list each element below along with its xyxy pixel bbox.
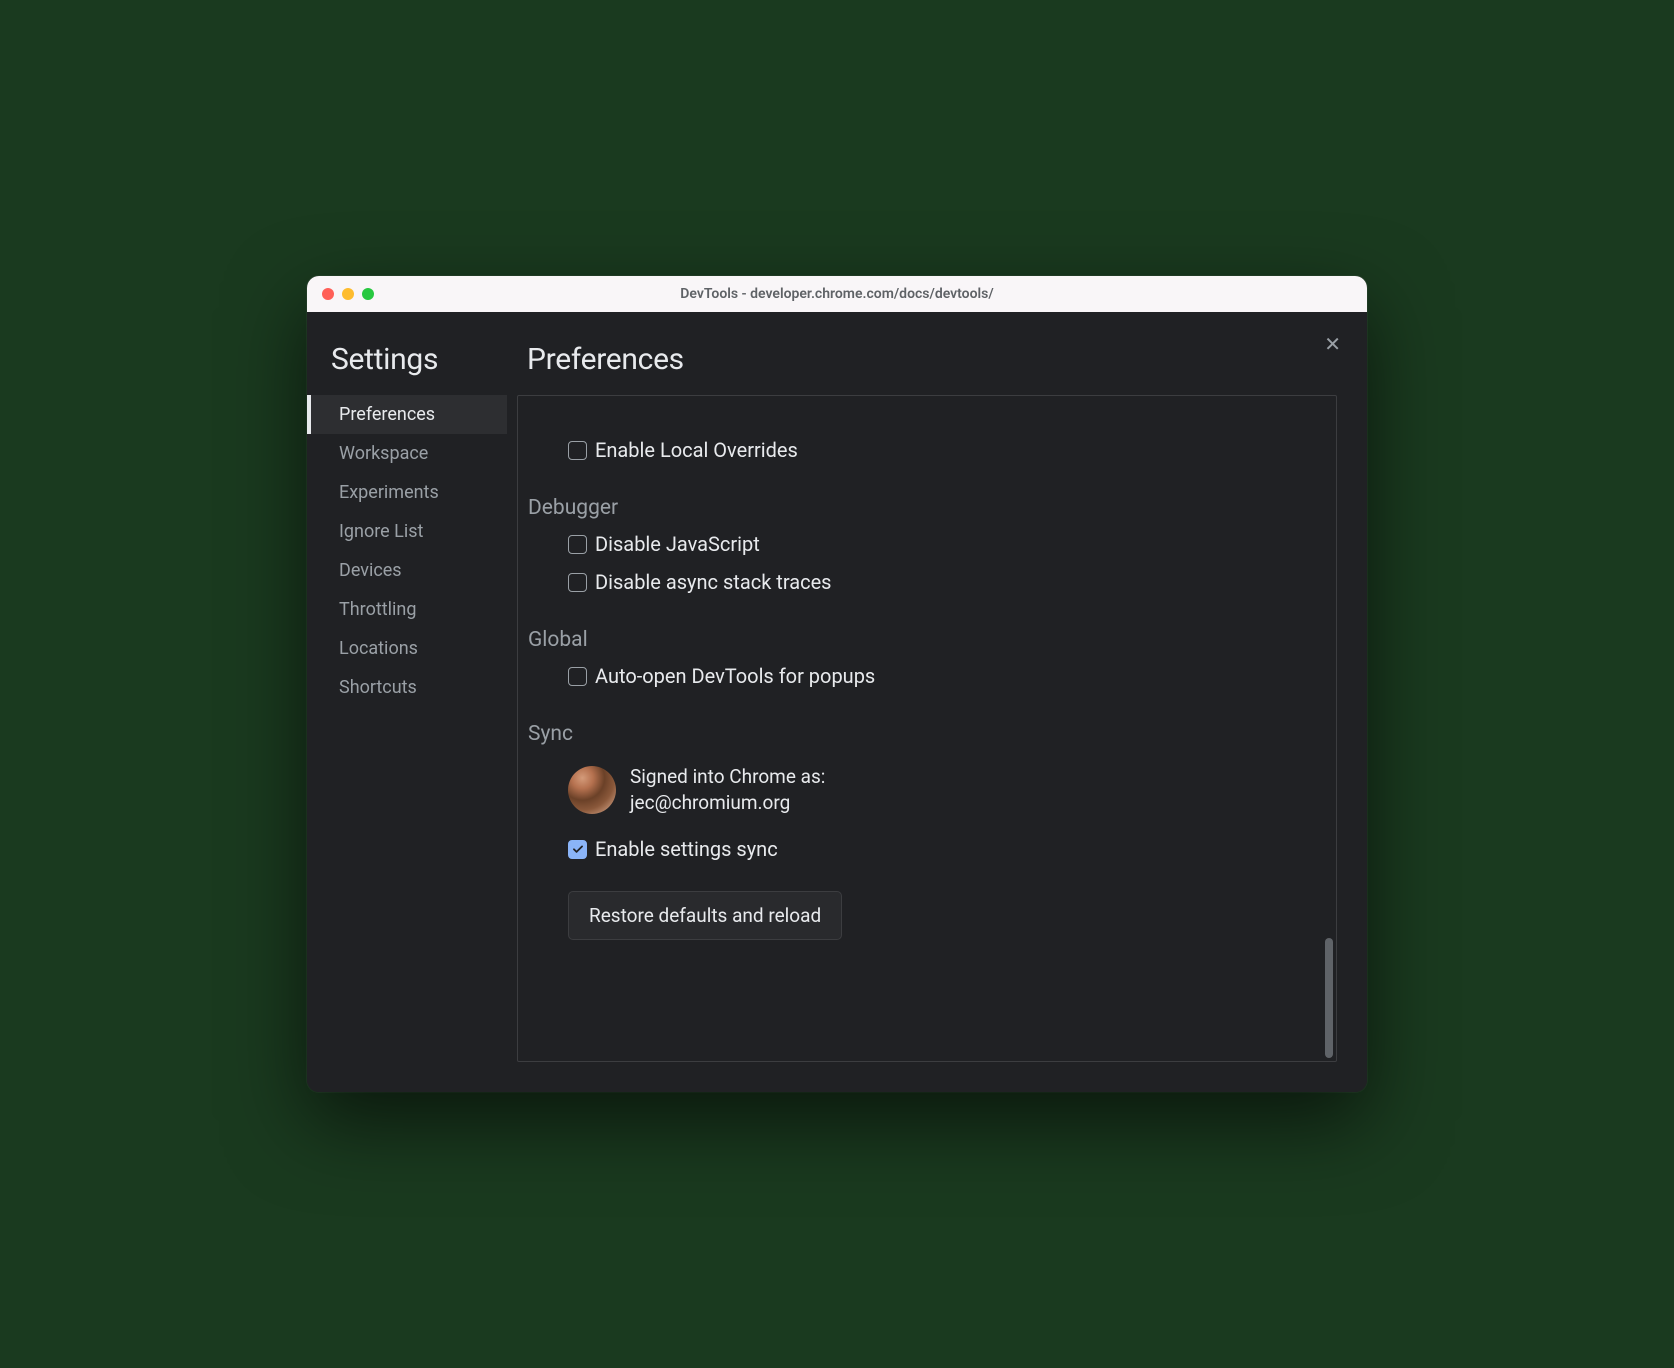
sidebar-item-label: Locations [339,638,418,659]
enable-local-overrides-option[interactable]: Enable Local Overrides [528,430,1336,468]
sync-heading: Sync [528,722,1336,746]
option-label: Enable Local Overrides [595,438,798,462]
sidebar-item-label: Devices [339,560,402,581]
sidebar-item-shortcuts[interactable]: Shortcuts [307,668,507,707]
main-panel: Preferences Enable Local Overrides Debug… [507,312,1367,1092]
scrollbar[interactable] [1325,938,1333,1058]
enable-settings-sync-option[interactable]: Enable settings sync [528,829,1336,867]
avatar [568,766,616,814]
checkbox-icon [568,573,587,592]
restore-defaults-button[interactable]: Restore defaults and reload [568,891,842,940]
option-label: Disable JavaScript [595,532,760,556]
signed-in-label: Signed into Chrome as: [630,764,825,790]
sidebar-item-ignore-list[interactable]: Ignore List [307,512,507,551]
content: ✕ Settings Preferences Workspace Experim… [307,312,1367,1092]
sidebar-item-label: Preferences [339,404,435,425]
maximize-window-button[interactable] [362,288,374,300]
disable-javascript-option[interactable]: Disable JavaScript [528,524,1336,562]
account-text: Signed into Chrome as: jec@chromium.org [630,764,825,815]
devtools-settings-window: DevTools - developer.chrome.com/docs/dev… [307,276,1367,1092]
page-title: Preferences [517,342,1337,395]
sidebar-item-locations[interactable]: Locations [307,629,507,668]
sidebar-item-workspace[interactable]: Workspace [307,434,507,473]
auto-open-devtools-option[interactable]: Auto-open DevTools for popups [528,656,1336,694]
sidebar-item-throttling[interactable]: Throttling [307,590,507,629]
disable-async-stack-traces-option[interactable]: Disable async stack traces [528,562,1336,600]
titlebar: DevTools - developer.chrome.com/docs/dev… [307,276,1367,312]
window-title: DevTools - developer.chrome.com/docs/dev… [322,286,1352,302]
checkbox-icon [568,667,587,686]
sidebar-item-devices[interactable]: Devices [307,551,507,590]
sidebar-item-experiments[interactable]: Experiments [307,473,507,512]
sidebar-item-label: Shortcuts [339,677,417,698]
sidebar-item-label: Experiments [339,482,439,503]
sidebar-item-label: Ignore List [339,521,423,542]
option-label: Enable settings sync [595,837,778,861]
option-label: Auto-open DevTools for popups [595,664,875,688]
traffic-lights [322,288,374,300]
settings-panel: Enable Local Overrides Debugger Disable … [517,395,1337,1062]
sidebar-item-preferences[interactable]: Preferences [307,395,507,434]
sidebar: Settings Preferences Workspace Experimen… [307,312,507,1092]
checkbox-icon [568,840,587,859]
settings-title: Settings [307,342,507,395]
sidebar-item-label: Workspace [339,443,428,464]
account-email: jec@chromium.org [630,790,825,816]
checkbox-icon [568,535,587,554]
debugger-heading: Debugger [528,496,1336,520]
sidebar-item-label: Throttling [339,599,416,620]
checkbox-icon [568,441,587,460]
close-window-button[interactable] [322,288,334,300]
account-info: Signed into Chrome as: jec@chromium.org [528,750,1336,829]
minimize-window-button[interactable] [342,288,354,300]
option-label: Disable async stack traces [595,570,832,594]
global-heading: Global [528,628,1336,652]
